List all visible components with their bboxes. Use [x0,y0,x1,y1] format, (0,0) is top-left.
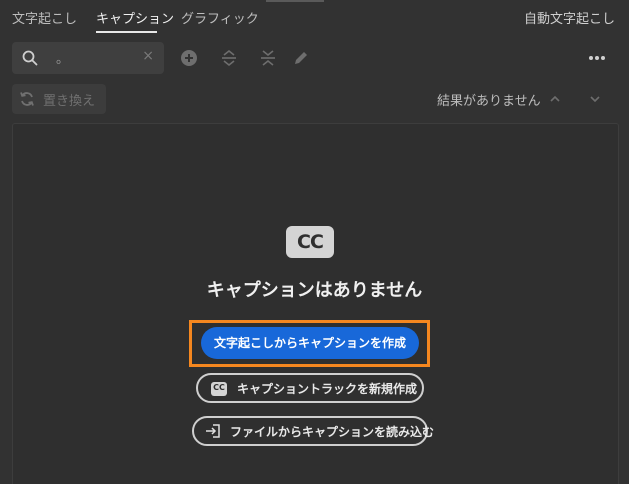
more-icon[interactable] [587,50,607,66]
tab-graphics[interactable]: グラフィック [181,8,259,27]
active-tab-indicator [96,31,157,33]
results-status: 結果がありません [437,94,541,109]
pencil-icon[interactable] [292,49,310,67]
search-input[interactable]: 。 × [12,42,164,74]
new-caption-track-label: キャプショントラックを新規作成 [237,382,418,396]
replace-button[interactable]: 置き換え [12,84,106,114]
chevron-down-icon[interactable] [588,92,602,106]
new-caption-track-button[interactable]: CC キャプショントラックを新規作成 [196,373,424,403]
collapse-icon[interactable] [259,49,277,67]
tab-transcript[interactable]: 文字起こし [12,8,77,27]
expand-icon[interactable] [220,49,238,67]
tab-bar: 文字起こし キャプション グラフィック 自動文字起こし [0,0,629,34]
create-captions-from-transcript-button[interactable]: 文字起こしからキャプションを作成 [201,327,419,359]
replace-icon [20,92,34,106]
closed-caption-icon: CC [286,226,334,258]
import-captions-button[interactable]: ファイルからキャプションを読み込む [192,416,434,446]
captions-panel: 文字起こし キャプション グラフィック 自動文字起こし 。 × 置き換え 結果が… [0,0,629,484]
chevron-up-icon[interactable] [548,92,562,106]
search-icon [22,50,38,66]
empty-state-title: キャプションはありません [206,280,423,301]
add-icon[interactable] [180,49,198,67]
replace-label: 置き換え [43,94,96,109]
auto-transcribe-tab[interactable]: 自動文字起こし [524,8,615,27]
clear-search-icon[interactable]: × [142,48,154,64]
import-icon [206,424,220,438]
tab-captions[interactable]: キャプション [96,8,174,27]
import-captions-label: ファイルからキャプションを読み込む [230,425,435,439]
drag-handle[interactable] [266,0,324,2]
search-value: 。 [56,52,70,67]
cc-mini-icon: CC [211,382,227,396]
